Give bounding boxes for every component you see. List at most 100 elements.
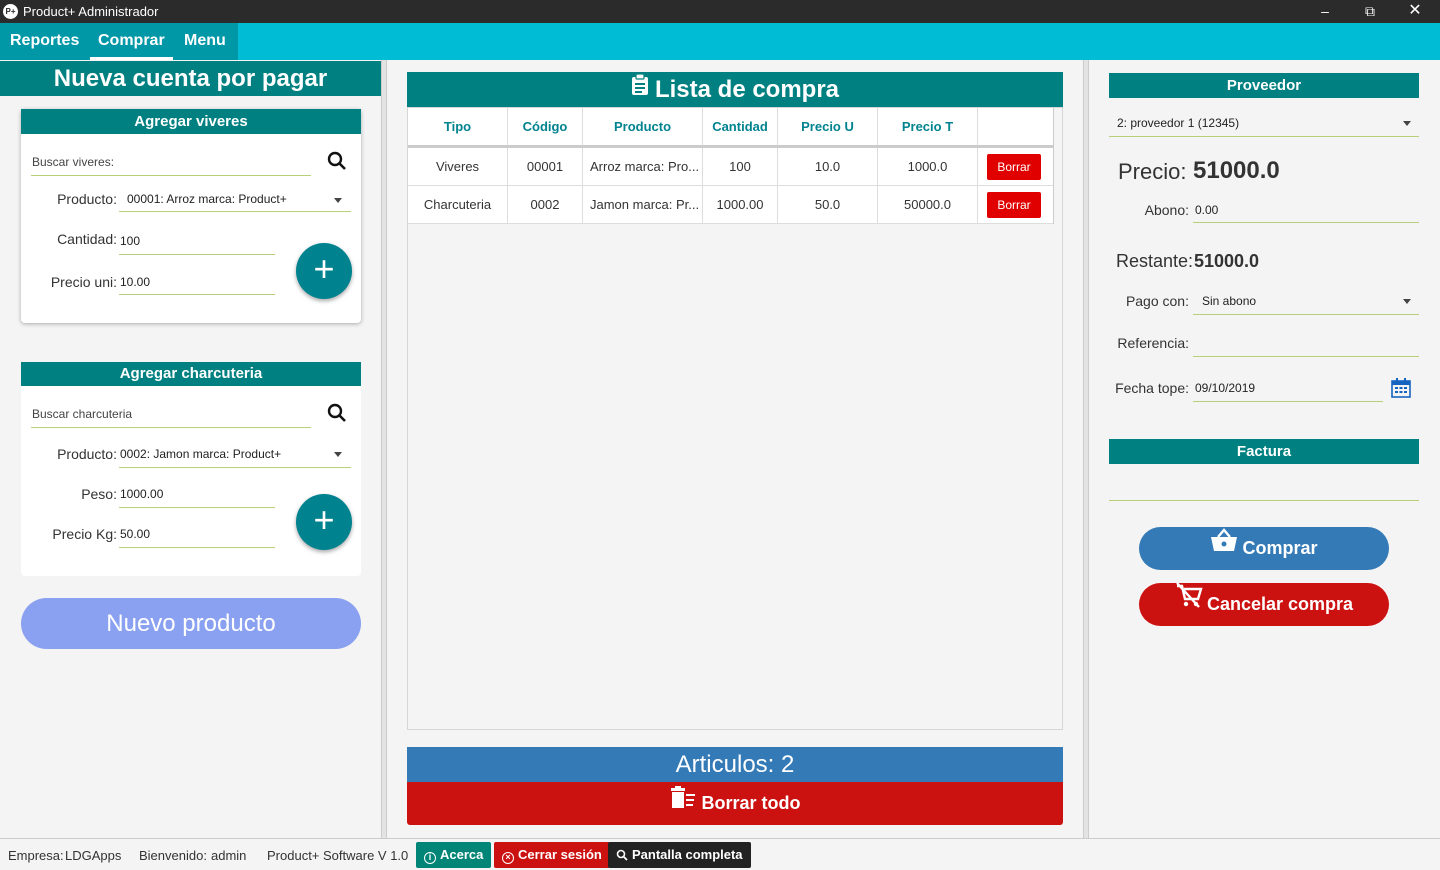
left-divider bbox=[381, 60, 387, 838]
charcuteria-peso-label: Peso: bbox=[81, 486, 117, 502]
clipboard-icon bbox=[631, 71, 649, 106]
charcuteria-search-input[interactable]: Buscar charcuteria bbox=[32, 407, 132, 421]
table-row[interactable]: Viveres 00001 Arroz marca: Pro... 100 10… bbox=[408, 148, 1054, 186]
cell-precio-u: 50.0 bbox=[778, 186, 878, 224]
cerrar-label: Cerrar sesión bbox=[518, 847, 602, 862]
borrar-todo-button[interactable]: Borrar todo bbox=[407, 782, 1063, 825]
cancelar-label: Cancelar compra bbox=[1206, 594, 1354, 614]
close-circle-icon: × bbox=[502, 852, 514, 864]
menu-comprar[interactable]: Comprar bbox=[90, 32, 173, 60]
factura-header: Factura bbox=[1109, 439, 1419, 464]
title-bar: P+ Product+ Administrador – ⧉ ✕ bbox=[0, 0, 1440, 23]
viveres-cantidad-input[interactable]: 100 bbox=[120, 234, 140, 248]
col-cantidad[interactable]: Cantidad bbox=[703, 108, 778, 145]
pago-label: Pago con: bbox=[1125, 293, 1189, 309]
cell-codigo: 0002 bbox=[508, 186, 583, 224]
lista-title: Lista de compra bbox=[654, 76, 840, 103]
cerrar-sesion-button[interactable]: × Cerrar sesión bbox=[494, 842, 610, 868]
viveres-cantidad-line bbox=[119, 254, 275, 255]
viveres-precio-line bbox=[119, 294, 275, 295]
right-divider bbox=[1083, 60, 1089, 838]
cancelar-compra-button[interactable]: Cancelar compra bbox=[1139, 581, 1389, 626]
search-icon[interactable] bbox=[327, 403, 347, 428]
viveres-producto-select[interactable]: 00001: Arroz marca: Product+ bbox=[127, 192, 287, 206]
viveres-card: Agregar viveres Buscar viveres: Producto… bbox=[21, 109, 361, 323]
cell-tipo: Charcuteria bbox=[408, 186, 508, 224]
pago-select[interactable]: Sin abono bbox=[1202, 294, 1256, 308]
borrar-button[interactable]: Borrar bbox=[987, 192, 1041, 218]
table-scrollbar[interactable] bbox=[1053, 108, 1054, 224]
charcuteria-card: Agregar charcuteria Buscar charcuteria P… bbox=[21, 362, 361, 576]
charcuteria-producto-label: Producto: bbox=[57, 446, 117, 462]
fecha-input[interactable]: 09/10/2019 bbox=[1195, 381, 1255, 395]
viveres-precio-input[interactable]: 10.00 bbox=[120, 275, 150, 289]
chevron-down-icon[interactable] bbox=[1403, 299, 1411, 304]
search-icon[interactable] bbox=[327, 151, 347, 176]
cell-tipo: Viveres bbox=[408, 148, 508, 186]
cell-precio-u: 10.0 bbox=[778, 148, 878, 186]
menu-reportes[interactable]: Reportes bbox=[10, 32, 79, 50]
col-codigo[interactable]: Código bbox=[508, 108, 583, 145]
acerca-button[interactable]: i Acerca bbox=[416, 842, 492, 868]
abono-label: Abono: bbox=[1144, 202, 1189, 218]
viveres-precio-label: Precio uni: bbox=[50, 274, 117, 290]
menu-bar: Reportes Comprar Menu bbox=[0, 23, 1440, 60]
close-icon[interactable]: ✕ bbox=[1392, 0, 1438, 23]
window-title: Product+ Administrador bbox=[23, 4, 159, 19]
restore-icon[interactable]: ⧉ bbox=[1347, 0, 1393, 23]
pago-line bbox=[1193, 314, 1419, 315]
borrar-todo-label: Borrar todo bbox=[701, 793, 801, 813]
table-row[interactable]: Charcuteria 0002 Jamon marca: Pr... 1000… bbox=[408, 186, 1054, 224]
calendar-icon[interactable] bbox=[1391, 378, 1411, 403]
abono-line bbox=[1193, 222, 1419, 223]
col-precio-u[interactable]: Precio U bbox=[778, 108, 878, 145]
charcuteria-peso-input[interactable]: 1000.00 bbox=[120, 487, 163, 501]
empresa-label: Empresa: bbox=[8, 848, 64, 863]
col-tipo[interactable]: Tipo bbox=[408, 108, 508, 145]
referencia-label: Referencia: bbox=[1117, 335, 1189, 351]
proveedor-header: Proveedor bbox=[1109, 73, 1419, 98]
factura-line[interactable] bbox=[1109, 500, 1419, 501]
col-precio-t[interactable]: Precio T bbox=[878, 108, 978, 145]
proveedor-line bbox=[1109, 136, 1419, 137]
cell-cantidad: 1000.00 bbox=[703, 186, 778, 224]
restante-value: 51000.0 bbox=[1194, 251, 1260, 271]
abono-input[interactable]: 0.00 bbox=[1195, 203, 1218, 217]
acerca-label: Acerca bbox=[440, 847, 484, 862]
fecha-label: Fecha tope: bbox=[1115, 380, 1189, 396]
add-viveres-button[interactable]: + bbox=[296, 243, 352, 299]
precio-value: 51000.0 bbox=[1193, 157, 1280, 184]
viveres-search-input[interactable]: Buscar viveres: bbox=[32, 155, 114, 169]
viveres-cantidad-label: Cantidad: bbox=[57, 231, 117, 247]
menu-menu[interactable]: Menu bbox=[184, 32, 226, 50]
cell-actions: Borrar bbox=[978, 148, 1054, 186]
pantalla-completa-button[interactable]: Pantalla completa bbox=[608, 842, 751, 868]
proveedor-select[interactable]: 2: proveedor 1 (12345) bbox=[1117, 116, 1239, 130]
col-producto[interactable]: Producto bbox=[583, 108, 703, 145]
chevron-down-icon[interactable] bbox=[334, 452, 342, 457]
page-title: Nueva cuenta por pagar bbox=[0, 61, 381, 96]
empresa-value: LDGApps bbox=[65, 848, 122, 863]
viveres-header: Agregar viveres bbox=[21, 109, 361, 134]
cell-producto: Arroz marca: Pro... bbox=[583, 148, 703, 186]
charcuteria-producto-select[interactable]: 0002: Jamon marca: Product+ bbox=[120, 447, 281, 461]
charcuteria-precio-label: Precio Kg: bbox=[52, 526, 117, 542]
col-actions bbox=[978, 108, 1054, 145]
viveres-producto-label: Producto: bbox=[57, 191, 117, 207]
app-icon: P+ bbox=[3, 4, 18, 19]
add-charcuteria-button[interactable]: + bbox=[296, 494, 352, 550]
chevron-down-icon[interactable] bbox=[1403, 121, 1411, 126]
minimize-icon[interactable]: – bbox=[1302, 0, 1348, 23]
precio-label: Precio: bbox=[1118, 159, 1187, 184]
nuevo-producto-button[interactable]: Nuevo producto bbox=[21, 598, 361, 649]
chevron-down-icon[interactable] bbox=[334, 198, 342, 203]
charcuteria-precio-input[interactable]: 50.00 bbox=[120, 527, 150, 541]
borrar-button[interactable]: Borrar bbox=[987, 154, 1041, 180]
comprar-button[interactable]: Comprar bbox=[1139, 527, 1389, 570]
cell-cantidad: 100 bbox=[703, 148, 778, 186]
cell-precio-t: 50000.0 bbox=[878, 186, 978, 224]
version-text: Product+ Software V 1.0 bbox=[267, 848, 409, 863]
cell-precio-t: 1000.0 bbox=[878, 148, 978, 186]
referencia-line bbox=[1193, 356, 1419, 357]
cell-codigo: 00001 bbox=[508, 148, 583, 186]
